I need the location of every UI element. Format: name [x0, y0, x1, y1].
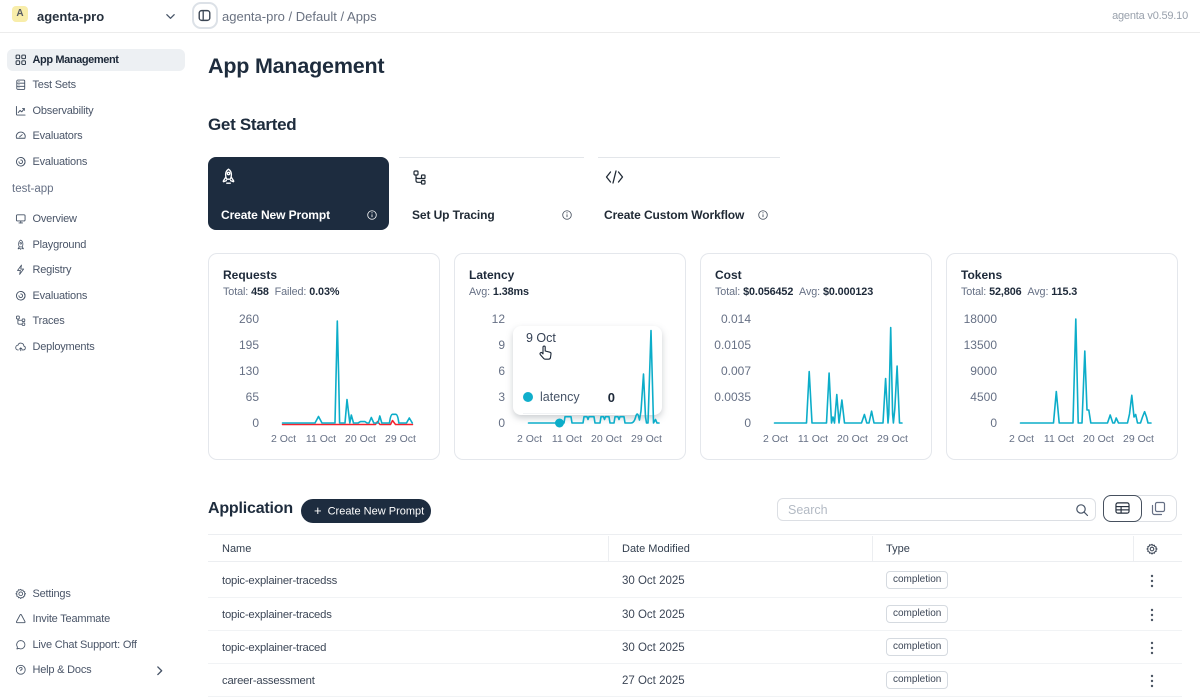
svg-text:12: 12 [492, 312, 506, 326]
svg-text:29 Oct: 29 Oct [877, 433, 908, 445]
svg-text:0: 0 [498, 416, 505, 430]
svg-text:3: 3 [498, 390, 505, 404]
svg-text:260: 260 [239, 312, 259, 326]
svg-text:4500: 4500 [970, 390, 997, 404]
svg-text:11 Oct: 11 Oct [306, 433, 336, 445]
svg-text:2 Oct: 2 Oct [763, 433, 788, 445]
svg-text:0.007: 0.007 [721, 364, 751, 378]
svg-text:20 Oct: 20 Oct [837, 433, 868, 445]
svg-text:13500: 13500 [964, 338, 998, 352]
svg-text:20 Oct: 20 Oct [1083, 433, 1114, 445]
svg-text:6: 6 [498, 364, 505, 378]
svg-text:20 Oct: 20 Oct [345, 433, 376, 445]
svg-text:11 Oct: 11 Oct [1044, 433, 1074, 445]
svg-text:2 Oct: 2 Oct [517, 433, 542, 445]
svg-text:9: 9 [498, 338, 505, 352]
svg-text:0: 0 [252, 416, 259, 430]
svg-text:130: 130 [239, 364, 259, 378]
svg-text:11 Oct: 11 Oct [552, 433, 582, 445]
svg-text:0.014: 0.014 [721, 312, 751, 326]
svg-text:18000: 18000 [964, 312, 998, 326]
svg-text:9000: 9000 [970, 364, 997, 378]
svg-text:2 Oct: 2 Oct [1009, 433, 1034, 445]
svg-text:195: 195 [239, 338, 259, 352]
svg-text:29 Oct: 29 Oct [631, 433, 662, 445]
svg-text:0: 0 [744, 416, 751, 430]
svg-text:0.0105: 0.0105 [714, 338, 751, 352]
svg-text:65: 65 [246, 390, 260, 404]
svg-text:11 Oct: 11 Oct [798, 433, 828, 445]
svg-text:2 Oct: 2 Oct [271, 433, 296, 445]
svg-text:29 Oct: 29 Oct [1123, 433, 1154, 445]
svg-text:0.0035: 0.0035 [714, 390, 751, 404]
svg-text:20 Oct: 20 Oct [591, 433, 622, 445]
svg-text:29 Oct: 29 Oct [385, 433, 416, 445]
svg-text:0: 0 [990, 416, 997, 430]
